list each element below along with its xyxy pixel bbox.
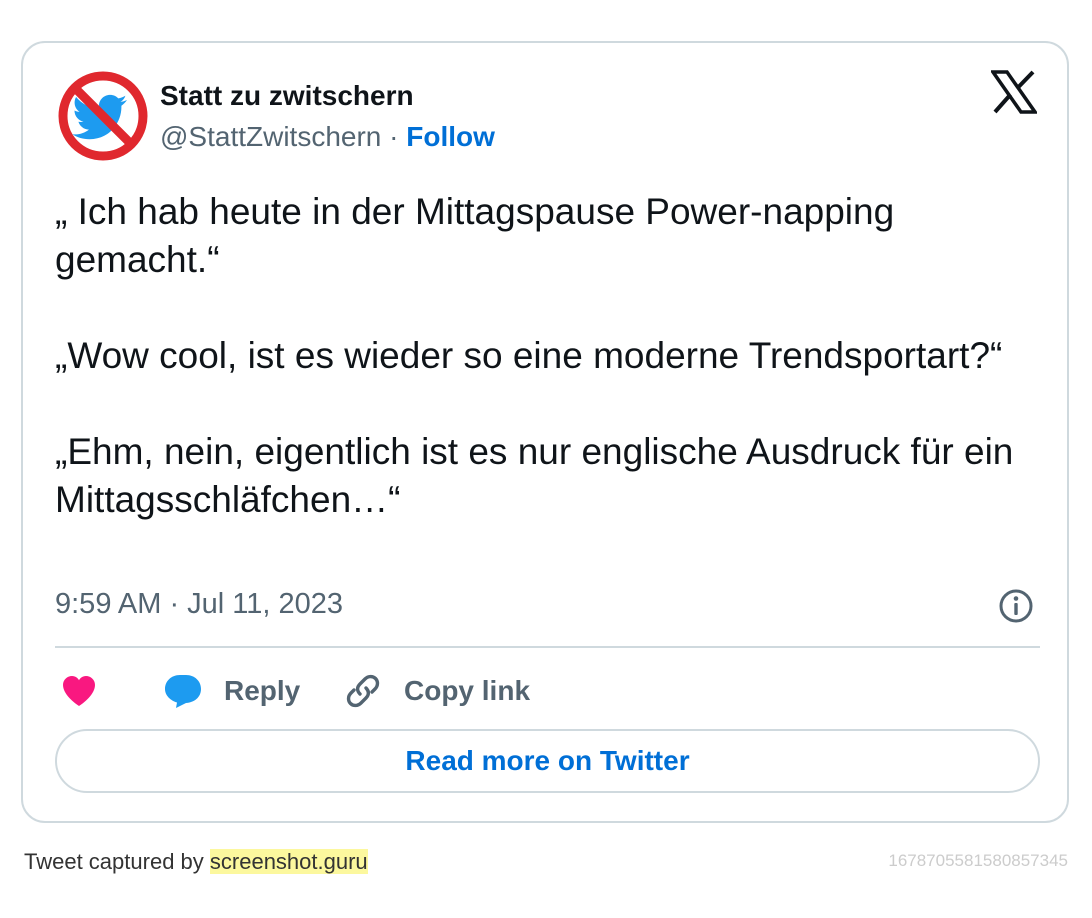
author-handle-line: @StattZwitschern · Follow	[160, 121, 495, 153]
heart-icon	[63, 676, 95, 706]
copy-link-label: Copy link	[404, 675, 531, 706]
author-handle[interactable]: @StattZwitschern	[160, 121, 381, 152]
reply-button[interactable]: Reply	[164, 671, 300, 711]
copy-link-button[interactable]: Copy link	[344, 671, 530, 711]
tweet-text: „ Ich hab heute in der Mittagspause Powe…	[55, 191, 1014, 520]
tweet-card: Statt zu zwitschern @StattZwitschern · F…	[21, 41, 1069, 823]
author-display-name[interactable]: Statt zu zwitschern	[160, 80, 414, 112]
speech-bubble-icon	[165, 675, 201, 708]
tweet-id: 1678705581580857345	[888, 851, 1068, 870]
reply-label: Reply	[224, 675, 301, 706]
x-logo-icon[interactable]	[991, 70, 1037, 114]
tweet-timestamp[interactable]: 9:59 AM · Jul 11, 2023	[55, 588, 343, 621]
footer-credit: Tweet captured by screenshot.guru	[24, 849, 368, 875]
divider	[55, 646, 1040, 648]
separator-dot: ·	[389, 121, 399, 152]
info-icon[interactable]	[998, 588, 1034, 624]
footer-credit-prefix: Tweet captured by	[24, 849, 210, 874]
link-icon	[346, 674, 380, 708]
like-button[interactable]	[61, 671, 97, 711]
avatar[interactable]	[57, 70, 149, 162]
read-more-button[interactable]: Read more on Twitter	[55, 729, 1040, 793]
screenshot-guru-link[interactable]: screenshot.guru	[209, 849, 368, 874]
follow-button[interactable]: Follow	[406, 121, 495, 152]
